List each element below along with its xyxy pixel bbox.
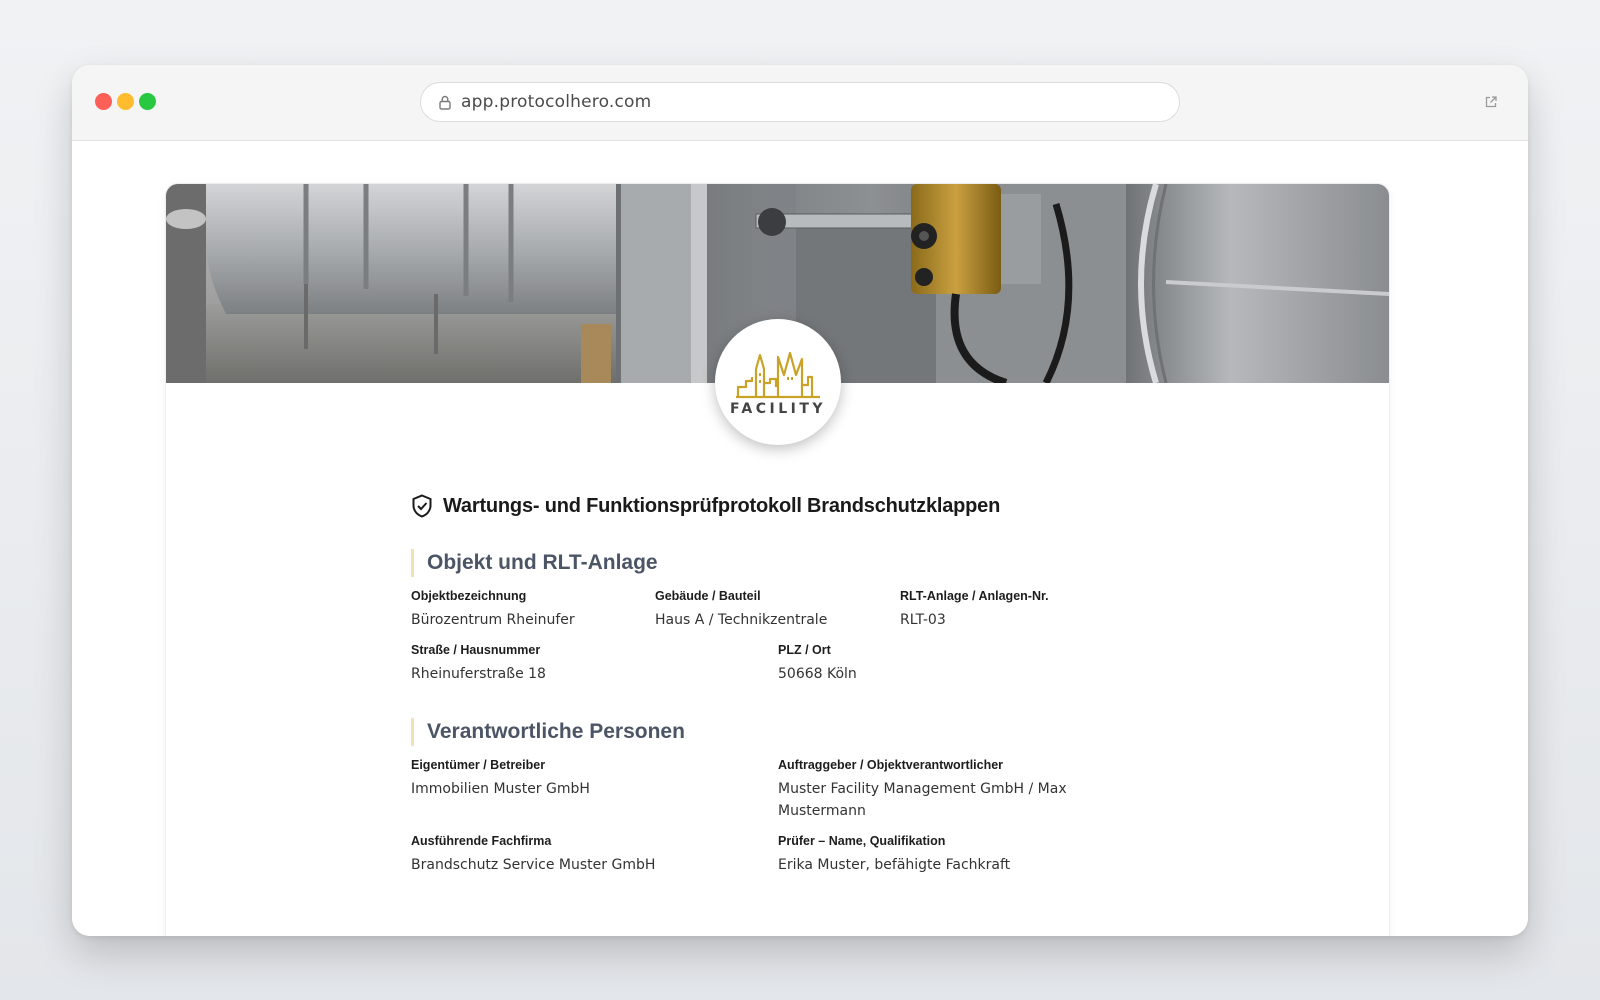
field-objektbezeichnung: Objektbezeichnung Bürozentrum Rheinufer [411, 589, 575, 631]
maximize-window-button[interactable] [139, 93, 156, 110]
minimize-window-button[interactable] [117, 93, 134, 110]
field-label: Eigentümer / Betreiber [411, 758, 546, 772]
field-value[interactable]: 50668 Köln [778, 663, 857, 685]
protocol-form: Wartungs- und Funktionsprüfprotokoll Bra… [411, 494, 1111, 898]
section-heading: Objekt und RLT-Anlage [411, 549, 1111, 577]
field-pruefer: Prüfer – Name, Qualifikation Erika Muste… [778, 834, 1098, 876]
field-value[interactable]: Immobilien Muster GmbH [411, 778, 751, 800]
facility-logo: FACILITY [715, 319, 841, 445]
logo-wordmark: FACILITY [729, 401, 827, 417]
object-fields: Objektbezeichnung Bürozentrum Rheinufer … [411, 589, 1111, 709]
field-label: Ausführende Fachfirma [411, 834, 552, 848]
document-title: Wartungs- und Funktionsprüfprotokoll Bra… [443, 494, 1001, 517]
field-rlt-anlage: RLT-Anlage / Anlagen-Nr. RLT-03 [900, 589, 1049, 631]
field-label: Gebäude / Bauteil [655, 589, 761, 603]
skyline-logo-icon [736, 351, 820, 399]
field-strasse: Straße / Hausnummer Rheinuferstraße 18 [411, 643, 546, 685]
field-label: PLZ / Ort [778, 643, 831, 657]
field-plz-ort: PLZ / Ort 50668 Köln [778, 643, 857, 685]
field-value[interactable]: Muster Facility Management GmbH / Max Mu… [778, 778, 1078, 822]
field-label: Straße / Hausnummer [411, 643, 541, 657]
section-persons: Verantwortliche Personen Eigentümer / Be… [411, 718, 1111, 898]
field-auftraggeber: Auftraggeber / Objektverantwortlicher Mu… [778, 758, 1078, 822]
shield-check-icon [411, 494, 433, 518]
url-text: app.protocolhero.com [461, 92, 652, 112]
browser-toolbar: app.protocolhero.com [72, 65, 1528, 141]
field-fachfirma: Ausführende Fachfirma Brandschutz Servic… [411, 834, 751, 876]
close-window-button[interactable] [95, 93, 112, 110]
field-value[interactable]: Rheinuferstraße 18 [411, 663, 546, 685]
field-label: RLT-Anlage / Anlagen-Nr. [900, 589, 1049, 603]
document-title-row: Wartungs- und Funktionsprüfprotokoll Bra… [411, 494, 1111, 518]
section-object: Objekt und RLT-Anlage Objektbezeichnung … [411, 549, 1111, 709]
field-label: Prüfer – Name, Qualifikation [778, 834, 946, 848]
page-viewport[interactable]: FACILITY Wartungs- und Funktionsprüfprot… [72, 141, 1528, 936]
external-link-icon[interactable] [1484, 94, 1498, 113]
persons-fields: Eigentümer / Betreiber Immobilien Muster… [411, 758, 1111, 898]
browser-window: app.protocolhero.com FACILITY Wartungs- … [72, 65, 1528, 936]
section-heading: Verantwortliche Personen [411, 718, 1111, 746]
field-label: Auftraggeber / Objektverantwortlicher [778, 758, 1004, 772]
field-eigentuemer: Eigentümer / Betreiber Immobilien Muster… [411, 758, 751, 800]
field-value[interactable]: Haus A / Technikzentrale [655, 609, 827, 631]
field-value[interactable]: Erika Muster, befähigte Fachkraft [778, 854, 1098, 876]
field-value[interactable]: RLT-03 [900, 609, 1049, 631]
protocol-document: FACILITY Wartungs- und Funktionsprüfprot… [166, 184, 1389, 936]
field-label: Objektbezeichnung [411, 589, 527, 603]
address-bar[interactable]: app.protocolhero.com [420, 82, 1180, 122]
lock-icon [439, 95, 451, 110]
field-value[interactable]: Brandschutz Service Muster GmbH [411, 854, 751, 876]
field-gebaeude: Gebäude / Bauteil Haus A / Technikzentra… [655, 589, 827, 631]
field-value[interactable]: Bürozentrum Rheinufer [411, 609, 575, 631]
